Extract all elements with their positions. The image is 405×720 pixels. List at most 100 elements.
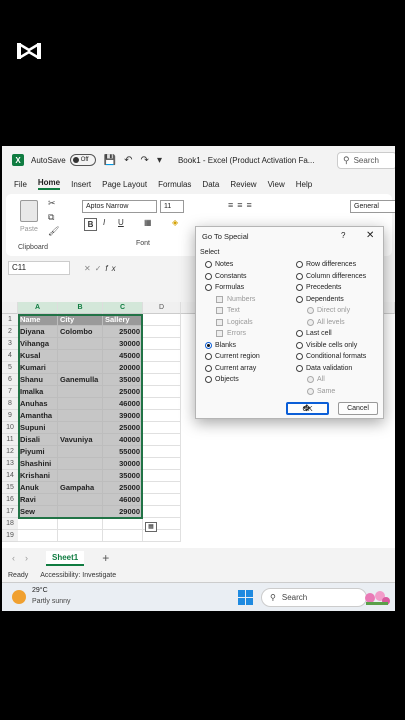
table-cell[interactable]: 25000	[103, 422, 143, 434]
empty-cell[interactable]	[143, 482, 181, 494]
menu-review[interactable]: Review	[230, 180, 256, 189]
menu-insert[interactable]: Insert	[71, 180, 91, 189]
windows-start-icon[interactable]	[238, 590, 253, 605]
table-cell[interactable]: Kusal	[18, 350, 58, 362]
menu-page-layout[interactable]: Page Layout	[102, 180, 147, 189]
fill-color-icon[interactable]: ◈	[172, 218, 178, 227]
table-cell[interactable]	[58, 422, 103, 434]
empty-cell[interactable]	[143, 494, 181, 506]
row-header[interactable]: 19	[2, 530, 18, 542]
table-cell[interactable]: 35000	[103, 470, 143, 482]
table-cell[interactable]: Kumari	[18, 362, 58, 374]
table-cell[interactable]: 35000	[103, 374, 143, 386]
row-header[interactable]: 18	[2, 518, 18, 530]
option-visible-cells-only[interactable]: Visible cells only	[296, 342, 357, 349]
empty-cell[interactable]	[143, 398, 181, 410]
row-header[interactable]: 17	[2, 506, 18, 518]
option-blanks[interactable]: Blanks	[205, 342, 236, 349]
table-cell[interactable]: 46000	[103, 398, 143, 410]
paste-icon[interactable]	[20, 200, 38, 222]
row-header[interactable]: 3	[2, 338, 18, 350]
table-cell[interactable]: Ganemulla	[58, 374, 103, 386]
cancel-button[interactable]: Cancel	[338, 402, 378, 415]
table-cell[interactable]: 30000	[103, 338, 143, 350]
empty-cell[interactable]	[143, 374, 181, 386]
empty-cell[interactable]	[143, 470, 181, 482]
menu-data[interactable]: Data	[202, 180, 219, 189]
empty-cell[interactable]	[143, 350, 181, 362]
empty-cell[interactable]	[143, 314, 181, 326]
empty-cell[interactable]	[143, 410, 181, 422]
select-all-corner[interactable]	[2, 302, 18, 314]
empty-cell[interactable]	[143, 458, 181, 470]
menu-home[interactable]: Home	[37, 178, 61, 190]
font-name-select[interactable]: Aptos Narrow	[82, 200, 157, 213]
empty-cell[interactable]	[18, 530, 58, 542]
underline-button[interactable]: U	[118, 218, 124, 227]
option-dependents[interactable]: Dependents	[296, 296, 344, 303]
table-cell[interactable]	[58, 350, 103, 362]
option-precedents[interactable]: Precedents	[296, 284, 341, 291]
option-conditional-formats[interactable]: Conditional formats	[296, 353, 366, 360]
table-cell[interactable]	[58, 458, 103, 470]
row-header[interactable]: 8	[2, 398, 18, 410]
table-cell[interactable]: Krishani	[18, 470, 58, 482]
table-cell[interactable]: 20000	[103, 362, 143, 374]
menu-formulas[interactable]: Formulas	[158, 180, 191, 189]
table-cell[interactable]: Piyumi	[18, 446, 58, 458]
table-cell[interactable]: Anuhas	[18, 398, 58, 410]
header-cell[interactable]: Name	[18, 314, 58, 326]
table-cell[interactable]: Shanu	[18, 374, 58, 386]
font-size-select[interactable]: 11	[160, 200, 184, 213]
row-header[interactable]: 16	[2, 494, 18, 506]
close-icon[interactable]: ✕	[366, 230, 374, 241]
table-cell[interactable]: 29000	[103, 506, 143, 518]
save-icon[interactable]: 💾	[104, 155, 116, 166]
name-box[interactable]: C11	[8, 261, 70, 275]
row-header[interactable]: 11	[2, 434, 18, 446]
empty-cell[interactable]	[143, 338, 181, 350]
row-header[interactable]: 15	[2, 482, 18, 494]
table-cell[interactable]: Disali	[18, 434, 58, 446]
menu-help[interactable]: Help	[296, 180, 312, 189]
table-cell[interactable]: Imalka	[18, 386, 58, 398]
column-header-a[interactable]: A	[18, 302, 58, 314]
table-cell[interactable]	[58, 386, 103, 398]
table-cell[interactable]: Diyana	[18, 326, 58, 338]
option-formulas[interactable]: Formulas	[205, 284, 244, 291]
weather-icon[interactable]	[12, 590, 26, 604]
option-current-array[interactable]: Current array	[205, 365, 256, 372]
table-cell[interactable]: Shashini	[18, 458, 58, 470]
row-header[interactable]: 7	[2, 386, 18, 398]
table-cell[interactable]: 25000	[103, 386, 143, 398]
empty-cell[interactable]	[143, 422, 181, 434]
alignment-icons[interactable]: ≡≡≡	[228, 200, 256, 210]
option-notes[interactable]: Notes	[205, 261, 233, 268]
empty-cell[interactable]	[58, 518, 103, 530]
header-cell[interactable]: Sallery	[103, 314, 143, 326]
row-header[interactable]: 12	[2, 446, 18, 458]
table-cell[interactable]	[58, 398, 103, 410]
table-cell[interactable]: Anuk	[18, 482, 58, 494]
empty-cell[interactable]	[103, 518, 143, 530]
table-cell[interactable]: 45000	[103, 350, 143, 362]
empty-cell[interactable]	[143, 362, 181, 374]
table-cell[interactable]	[58, 494, 103, 506]
table-cell[interactable]: Gampaha	[58, 482, 103, 494]
borders-icon[interactable]: ▦	[144, 218, 152, 227]
bold-button[interactable]: B	[84, 218, 97, 231]
table-cell[interactable]: 46000	[103, 494, 143, 506]
empty-cell[interactable]	[143, 446, 181, 458]
fx-icon[interactable]: fx	[105, 264, 119, 273]
table-cell[interactable]: Colombo	[58, 326, 103, 338]
italic-button[interactable]: I	[103, 218, 105, 227]
option-objects[interactable]: Objects	[205, 376, 239, 383]
add-sheet-icon[interactable]: +	[102, 551, 109, 565]
menu-file[interactable]: File	[14, 180, 27, 189]
empty-cell[interactable]	[58, 530, 103, 542]
table-cell[interactable]: 55000	[103, 446, 143, 458]
table-cell[interactable]: 39000	[103, 410, 143, 422]
empty-cell[interactable]	[18, 518, 58, 530]
empty-cell[interactable]	[143, 506, 181, 518]
table-cell[interactable]: Vihanga	[18, 338, 58, 350]
